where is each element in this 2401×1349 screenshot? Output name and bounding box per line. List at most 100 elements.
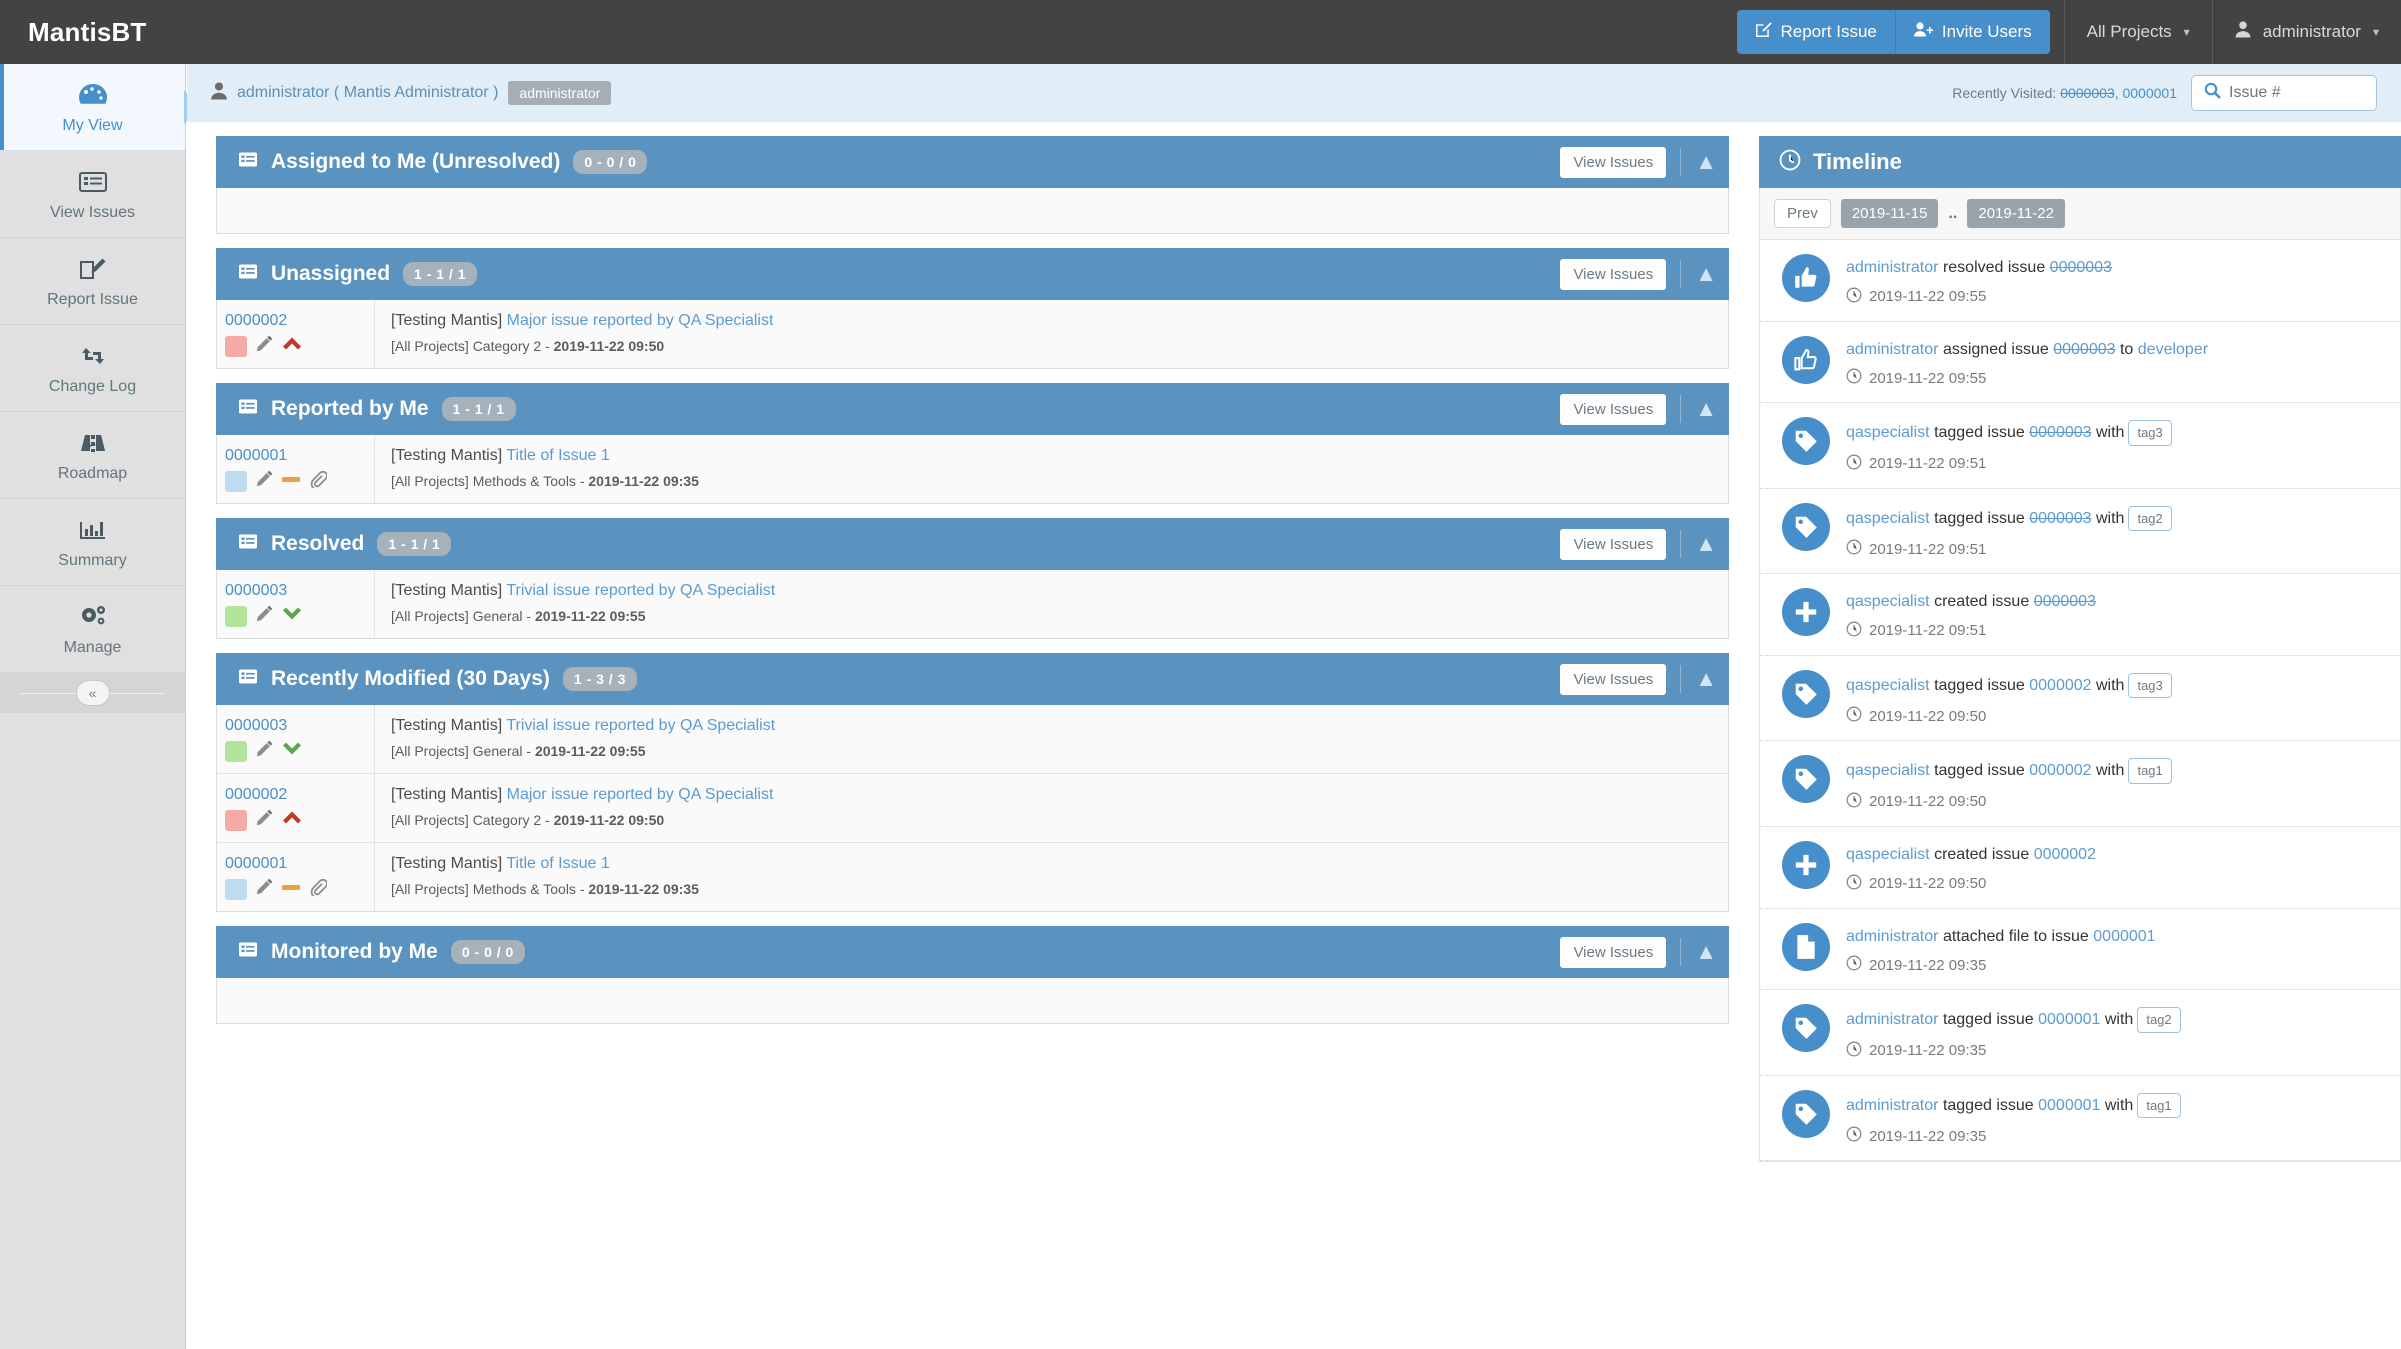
invite-users-button[interactable]: Invite Users bbox=[1895, 10, 2050, 54]
panel-header: Assigned to Me (Unresolved) 0 - 0 / 0 View… bbox=[216, 136, 1729, 188]
timeline-actor-link[interactable]: qaspecialist bbox=[1846, 510, 1930, 527]
issue-summary-link[interactable]: Title of Issue 1 bbox=[506, 447, 609, 464]
issue-meta: [All Projects] Methods & Tools - 2019-11… bbox=[391, 881, 1728, 897]
view-issues-button[interactable]: View Issues bbox=[1560, 663, 1667, 695]
edit-pencil-icon[interactable] bbox=[255, 878, 273, 901]
timeline-suffix: with bbox=[2096, 509, 2125, 527]
panel-count-badge: 1 - 1 / 1 bbox=[403, 262, 477, 286]
sidebar-collapse-button[interactable]: « bbox=[75, 680, 110, 706]
user-plus-icon bbox=[1913, 21, 1933, 43]
chevron-up-icon[interactable]: ▲ bbox=[1695, 151, 1717, 173]
sidebar-item-summary[interactable]: Summary bbox=[0, 499, 185, 586]
timeline-actor-link[interactable]: administrator bbox=[1846, 928, 1938, 945]
panel-body: 0000003 [Testing Mantis] Trivial issue re… bbox=[216, 705, 1729, 912]
timeline-issue-link[interactable]: 0000002 bbox=[2029, 677, 2091, 694]
edit-pencil-icon[interactable] bbox=[255, 470, 273, 493]
timeline-issue-link[interactable]: 0000003 bbox=[2029, 424, 2091, 441]
search-input[interactable] bbox=[2229, 84, 2364, 102]
timeline-actor-link[interactable]: qaspecialist bbox=[1846, 846, 1930, 863]
issue-row[interactable]: 0000001 [Testing Mantis] Title of Issue 1… bbox=[217, 843, 1728, 911]
timeline-issue-link[interactable]: 0000003 bbox=[2034, 593, 2096, 610]
issue-meta-prefix: [All Projects] Category 2 - bbox=[391, 338, 554, 354]
view-issues-button[interactable]: View Issues bbox=[1560, 393, 1667, 425]
edit-pencil-icon[interactable] bbox=[255, 740, 273, 763]
timeline-actor-link[interactable]: qaspecialist bbox=[1846, 762, 1930, 779]
chevron-up-icon[interactable]: ▲ bbox=[1695, 263, 1717, 285]
issue-row[interactable]: 0000002 [Testing Mantis] Major issue repo… bbox=[217, 300, 1728, 368]
timeline-actor-link[interactable]: administrator bbox=[1846, 259, 1938, 276]
timeline-date-to[interactable]: 2019-11-22 bbox=[1967, 199, 2065, 228]
timeline-date-from[interactable]: 2019-11-15 bbox=[1840, 199, 1939, 228]
view-issues-button[interactable]: View Issues bbox=[1560, 528, 1667, 560]
access-level-badge: administrator bbox=[508, 81, 612, 105]
view-issues-button[interactable]: View Issues bbox=[1560, 936, 1667, 968]
invite-users-label: Invite Users bbox=[1941, 22, 2032, 41]
user-menu[interactable]: administrator ▾ bbox=[2211, 0, 2401, 64]
issue-summary-link[interactable]: Major issue reported by QA Specialist bbox=[507, 786, 774, 803]
issue-meta-date: 2019-11-22 09:55 bbox=[534, 608, 646, 624]
timeline-tag-badge[interactable]: tag3 bbox=[2128, 672, 2172, 699]
sidebar-item-view-issues[interactable]: View Issues bbox=[0, 151, 185, 238]
issue-summary-link[interactable]: Trivial issue reported by QA Specialist bbox=[506, 582, 775, 599]
timeline-issue-link[interactable]: 0000001 bbox=[2038, 1097, 2100, 1114]
recent-issue-link[interactable]: 0000003 bbox=[2060, 85, 2115, 101]
sidebar-item-manage[interactable]: Manage bbox=[0, 586, 185, 673]
timeline-issue-link[interactable]: 0000002 bbox=[2034, 846, 2096, 863]
timeline-actor-link[interactable]: administrator bbox=[1846, 1097, 1938, 1114]
edit-pencil-icon[interactable] bbox=[255, 335, 273, 358]
timeline-issue-link[interactable]: 0000003 bbox=[2050, 259, 2112, 276]
issue-search-box[interactable] bbox=[2191, 75, 2377, 111]
chevron-up-icon[interactable]: ▲ bbox=[1695, 398, 1717, 420]
timeline-target-link[interactable]: developer bbox=[2138, 341, 2208, 358]
timeline-issue-link[interactable]: 0000002 bbox=[2029, 762, 2091, 779]
chevron-up-icon[interactable]: ▲ bbox=[1695, 941, 1717, 963]
chevron-up-icon[interactable]: ▲ bbox=[1695, 533, 1717, 555]
chevron-up-icon bbox=[281, 809, 303, 831]
issue-id-link[interactable]: 0000001 bbox=[225, 855, 374, 873]
issue-summary-link[interactable]: Title of Issue 1 bbox=[506, 855, 609, 872]
timeline-tag-badge[interactable]: tag3 bbox=[2128, 420, 2172, 446]
sidebar-item-report-issue[interactable]: Report Issue bbox=[0, 238, 185, 325]
project-selector[interactable]: All Projects ▾ bbox=[2063, 0, 2212, 64]
issue-row[interactable]: 0000001 [Testing Mantis] Title of Issue 1… bbox=[217, 435, 1728, 503]
thumbs-up-solid-icon bbox=[1782, 254, 1830, 302]
timeline-issue-link[interactable]: 0000003 bbox=[2053, 341, 2115, 358]
issue-row[interactable]: 0000003 [Testing Mantis] Trivial issue re… bbox=[217, 570, 1728, 638]
issue-row[interactable]: 0000003 [Testing Mantis] Trivial issue re… bbox=[217, 705, 1728, 774]
view-issues-button[interactable]: View Issues bbox=[1560, 258, 1667, 290]
issue-id-link[interactable]: 0000003 bbox=[225, 582, 374, 600]
issue-row[interactable]: 0000002 [Testing Mantis] Major issue repo… bbox=[217, 774, 1728, 843]
timeline-actor-link[interactable]: administrator bbox=[1846, 1011, 1938, 1028]
timeline-issue-link[interactable]: 0000003 bbox=[2029, 510, 2091, 527]
timeline-prev-button[interactable]: Prev bbox=[1774, 199, 1831, 228]
report-issue-button[interactable]: Report Issue bbox=[1736, 10, 1896, 54]
timeline-tag-badge[interactable]: tag1 bbox=[2128, 758, 2172, 784]
issue-id-link[interactable]: 0000003 bbox=[225, 717, 374, 735]
timeline-tag-badge[interactable]: tag2 bbox=[2137, 1007, 2181, 1033]
timeline-actor-link[interactable]: qaspecialist bbox=[1846, 593, 1930, 610]
tag-icon bbox=[1782, 1004, 1830, 1053]
timeline-issue-link[interactable]: 0000001 bbox=[2093, 928, 2155, 945]
edit-pencil-icon[interactable] bbox=[255, 809, 273, 832]
timeline-tag-badge[interactable]: tag2 bbox=[2128, 505, 2172, 532]
chevron-up-icon[interactable]: ▲ bbox=[1695, 668, 1717, 690]
sidebar-item-roadmap[interactable]: Roadmap bbox=[0, 412, 185, 499]
edit-pencil-icon[interactable] bbox=[255, 605, 273, 628]
view-issues-button[interactable]: View Issues bbox=[1560, 146, 1667, 178]
timeline-issue-link[interactable]: 0000001 bbox=[2038, 1011, 2100, 1028]
panel-actions: View Issues ▲ bbox=[1560, 936, 1717, 968]
timeline-actor-link[interactable]: qaspecialist bbox=[1846, 424, 1930, 441]
timeline-actor-link[interactable]: qaspecialist bbox=[1846, 677, 1930, 694]
timeline-tag-badge[interactable]: tag1 bbox=[2137, 1092, 2181, 1119]
issue-summary-link[interactable]: Major issue reported by QA Specialist bbox=[507, 312, 774, 329]
issue-id-link[interactable]: 0000002 bbox=[225, 786, 374, 804]
recent-issue-link[interactable]: 0000001 bbox=[2122, 85, 2177, 101]
issue-title-line: [Testing Mantis] Major issue reported by… bbox=[391, 786, 1728, 804]
panel-actions: View Issues ▲ bbox=[1560, 393, 1717, 425]
issue-summary-link[interactable]: Trivial issue reported by QA Specialist bbox=[506, 717, 775, 734]
sidebar-item-change-log[interactable]: Change Log bbox=[0, 325, 185, 412]
sidebar-item-my-view[interactable]: My View bbox=[0, 64, 185, 151]
issue-id-link[interactable]: 0000002 bbox=[225, 312, 374, 330]
timeline-actor-link[interactable]: administrator bbox=[1846, 341, 1938, 358]
issue-id-link[interactable]: 0000001 bbox=[225, 447, 374, 465]
